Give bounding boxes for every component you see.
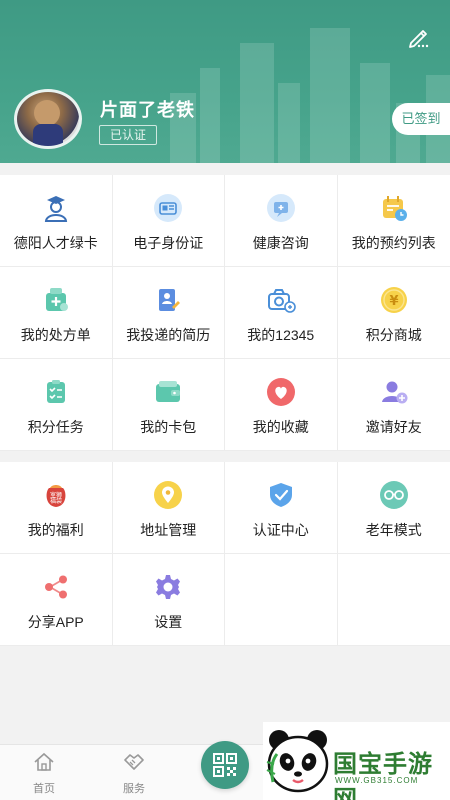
city-skyline-decoration (150, 23, 450, 163)
service-label: 我的收藏 (252, 419, 309, 435)
address-icon (154, 481, 183, 509)
service-wallet[interactable]: 我的卡包 (112, 359, 225, 451)
qr-scan-button[interactable] (201, 741, 249, 789)
watermark: 国宝手游网 WWW.GB315.COM (263, 722, 450, 800)
services-grid: 德阳人才绿卡 电子身份证 健康咨询 我的预约列表 我的处方单 我投递的简历 我的… (0, 175, 450, 451)
task-list-icon (46, 380, 65, 403)
service-label: 我的处方单 (20, 327, 91, 343)
share-icon (44, 575, 67, 599)
gear-icon (156, 575, 181, 599)
service-label: 邀请好友 (365, 419, 422, 435)
service-label: 我的预约列表 (351, 235, 436, 251)
svg-text:¥: ¥ (389, 294, 398, 309)
service-talent-card[interactable]: 德阳人才绿卡 (0, 175, 113, 267)
service-label: 积分商城 (365, 327, 422, 343)
handshake-icon (124, 754, 144, 770)
service-invite[interactable]: 邀请好友 (337, 359, 450, 451)
more-label: 分享APP (27, 614, 84, 630)
more-welfare[interactable]: 室狮 福袋 我的福利 (0, 462, 113, 554)
service-id-card[interactable]: 电子身份证 (112, 175, 225, 267)
talent-card-icon (44, 196, 67, 222)
more-elder-mode[interactable]: 老年模式 (337, 462, 450, 554)
username: 片面了老铁 (100, 100, 195, 120)
tab-label: 首页 (33, 783, 55, 795)
avatar[interactable] (14, 89, 82, 149)
empty-cell (337, 554, 450, 646)
more-auth-center[interactable]: 认证中心 (225, 462, 338, 554)
more-grid: 室狮 福袋 我的福利 地址管理 认证中心 老年模式 分享APP 设置 (0, 462, 450, 646)
more-label: 地址管理 (140, 522, 197, 538)
edit-icon[interactable] (406, 24, 432, 50)
svg-text:福袋: 福袋 (50, 497, 62, 505)
health-consult-icon (266, 194, 295, 222)
gift-bag-icon: 室狮 福袋 (46, 485, 66, 507)
panda-logo-icon (266, 730, 329, 793)
service-label: 我投递的简历 (126, 327, 211, 343)
tab-home[interactable]: 首页 (14, 745, 74, 800)
calendar-icon (382, 196, 407, 221)
heart-icon (266, 378, 295, 406)
verified-badge: 已认证 (99, 125, 158, 145)
service-points-task[interactable]: 积分任务 (0, 359, 113, 451)
home-icon (34, 752, 54, 771)
more-settings[interactable]: 设置 (112, 554, 225, 646)
qr-code-icon (213, 753, 237, 777)
invite-user-icon (381, 381, 408, 404)
resume-icon (159, 289, 181, 311)
empty-cell (225, 554, 338, 646)
watermark-url: WWW.GB315.COM (335, 776, 419, 785)
prescription-icon (45, 288, 68, 311)
camera-icon (267, 289, 296, 313)
more-label: 我的福利 (27, 522, 84, 538)
service-label: 德阳人才绿卡 (13, 235, 98, 251)
watermark-title: 国宝手游网 (333, 751, 433, 800)
service-points-mall[interactable]: ¥ 积分商城 (337, 267, 450, 359)
service-label: 积分任务 (27, 419, 84, 435)
signin-button[interactable]: 已签到 (392, 103, 450, 135)
shield-check-icon (269, 483, 292, 507)
more-label: 老年模式 (365, 522, 422, 538)
service-label: 电子身份证 (133, 235, 204, 251)
service-label: 健康咨询 (252, 235, 309, 251)
profile-header: 片面了老铁 已认证 已签到 (0, 0, 450, 163)
service-prescription[interactable]: 我的处方单 (0, 267, 113, 359)
tab-label: 服务 (123, 783, 145, 795)
service-label: 我的12345 (247, 327, 315, 343)
service-favorites[interactable]: 我的收藏 (225, 359, 338, 451)
points-mall-icon: ¥ (380, 287, 407, 313)
more-label: 设置 (154, 614, 183, 630)
service-label: 我的卡包 (140, 419, 197, 435)
tab-service[interactable]: 服务 (104, 745, 164, 800)
service-health-consult[interactable]: 健康咨询 (225, 175, 338, 267)
service-12345[interactable]: 我的12345 (225, 267, 338, 359)
more-share-app[interactable]: 分享APP (0, 554, 113, 646)
wallet-icon (156, 381, 181, 402)
more-address[interactable]: 地址管理 (112, 462, 225, 554)
more-label: 认证中心 (252, 522, 309, 538)
service-resume[interactable]: 我投递的简历 (112, 267, 225, 359)
glasses-icon (379, 481, 408, 509)
id-card-icon (154, 194, 183, 222)
service-appointments[interactable]: 我的预约列表 (337, 175, 450, 267)
